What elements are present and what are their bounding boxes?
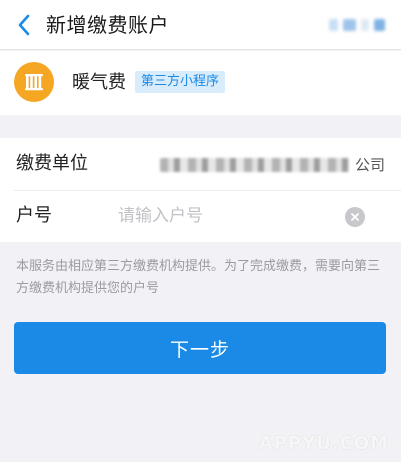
- radiator-icon: [14, 62, 54, 102]
- third-party-badge: 第三方小程序: [135, 71, 226, 93]
- account-form: 缴费单位 公司 户号: [0, 138, 401, 242]
- header-right-obscured: [329, 16, 385, 34]
- service-row: 暖气费 第三方小程序: [0, 51, 401, 115]
- chevron-left-icon: [18, 14, 30, 36]
- payment-unit-value-tail: 公司: [354, 156, 385, 174]
- close-icon: [351, 213, 359, 221]
- payment-unit-label: 缴费单位: [16, 153, 88, 174]
- watermark: APPYU.COM: [258, 433, 389, 454]
- account-number-input[interactable]: [118, 202, 338, 230]
- page-title: 新增缴费账户: [46, 13, 169, 37]
- back-button[interactable]: [12, 9, 36, 41]
- payment-unit-row[interactable]: 缴费单位 公司: [0, 138, 401, 190]
- account-number-row: 户号: [0, 190, 401, 242]
- clear-button[interactable]: [345, 207, 365, 227]
- payment-unit-value: 公司: [160, 154, 385, 176]
- next-step-button[interactable]: 下一步: [14, 322, 386, 374]
- obscured-unit-name: [160, 158, 349, 172]
- account-number-label: 户号: [16, 205, 52, 226]
- top-bar: 新增缴费账户: [0, 0, 401, 50]
- service-name: 暖气费: [72, 72, 126, 93]
- page: 新增缴费账户 暖气费 第三方小程序 缴费单位 公司 户号 请输入户号 本服务由相…: [0, 0, 401, 462]
- service-notice: 本服务由相应第三方缴费机构提供。为了完成缴费，需要向第三方缴费机构提供您的户号: [16, 259, 381, 296]
